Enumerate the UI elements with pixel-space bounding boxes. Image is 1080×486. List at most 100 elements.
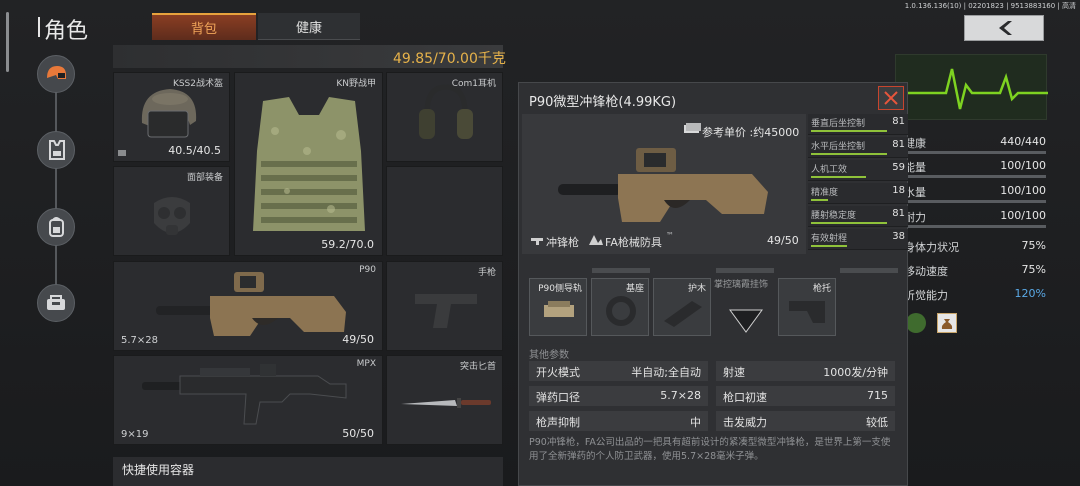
status-hearing-label: 听觉能力 xyxy=(904,289,948,302)
tab-backpack-label: 背包 xyxy=(190,22,217,37)
pistol-slot[interactable]: 手枪 xyxy=(386,261,503,351)
armor-durability: 59.2/70.0 xyxy=(321,238,374,251)
version-info: 1.0.136.136(10) | 02201823 | 9513883160 … xyxy=(904,2,1076,10)
face-slot[interactable]: 面部装备 xyxy=(113,166,230,256)
weight-value: 49.85/70.00千克 xyxy=(393,51,506,67)
status-body-label: 身体力状况 xyxy=(904,241,959,254)
item-description: P90冲锋枪，FA公司出品的一把具有超前设计的紧凑型微型冲锋枪，是世界上第一支使… xyxy=(529,437,891,462)
stat-label: 人机工效 xyxy=(811,165,848,175)
knife-slot[interactable]: 突击匕首 xyxy=(386,355,503,445)
part-rail[interactable]: P90侧导轨 xyxy=(529,278,587,336)
status-speed-label: 移动速度 xyxy=(904,265,948,278)
money-bag-icon[interactable] xyxy=(937,313,957,333)
part-handguard[interactable]: 护木 xyxy=(653,278,711,336)
buff-icon[interactable] xyxy=(906,313,926,333)
stat-label: 有效射程 xyxy=(811,234,848,244)
headset-image xyxy=(419,84,473,139)
stat-health-bar xyxy=(904,151,1046,154)
repair-icon xyxy=(118,150,126,156)
stat-bar xyxy=(811,153,888,155)
stat-water-bar xyxy=(904,200,1046,203)
page-title: 角色 xyxy=(44,19,89,44)
param-label: 弹药口径 xyxy=(536,391,580,404)
money-bag-glyph xyxy=(941,319,953,329)
tab-backpack[interactable]: 背包 xyxy=(152,13,256,40)
param-fire-rate: 射速 1000发/分钟 xyxy=(716,361,895,381)
stat-label: 垂直后坐控制 xyxy=(811,119,866,129)
part-stock[interactable]: 枪托 xyxy=(778,278,836,336)
part-label: 掌控璃霞挂饰 xyxy=(714,280,769,290)
secondary-ammo: 50/50 xyxy=(342,427,374,440)
stat-health: 健康 440/440 xyxy=(904,133,1046,155)
param-label: 击发威力 xyxy=(723,416,767,429)
param-firepower: 击发威力 较低 xyxy=(716,411,895,431)
item-category: 冲锋枪 xyxy=(546,236,579,249)
item-maker: FA枪械防具 xyxy=(605,236,662,249)
stat-stamina-bar xyxy=(904,225,1046,228)
param-value: 1000发/分钟 xyxy=(823,366,888,379)
param-value: 半自动;全自动 xyxy=(631,366,701,379)
status-speed-value: 75% xyxy=(1021,263,1046,276)
stat-value: 59 xyxy=(892,162,905,173)
param-caliber: 弹药口径 5.7×28 xyxy=(529,386,708,406)
pistol-name: 手枪 xyxy=(477,268,496,278)
stat-stamina: 耐力 100/100 xyxy=(904,207,1046,229)
knife-image xyxy=(401,398,491,408)
stat-water-value: 100/100 xyxy=(1000,184,1046,197)
stat-bar xyxy=(811,176,867,178)
rail-backpack-button[interactable] xyxy=(37,208,75,246)
gasmask-icon xyxy=(154,197,190,235)
backpack-icon xyxy=(49,217,64,237)
stat-value: 81 xyxy=(892,139,905,150)
vest-image xyxy=(253,97,365,231)
stat-bar xyxy=(811,222,888,224)
item-price: 参考单价 :约45000 xyxy=(702,126,800,139)
helmet-slot[interactable]: KSS2战术盔 40.5/40.5 xyxy=(113,72,230,162)
status-body-value: 75% xyxy=(1021,239,1046,252)
handguard-part-icon xyxy=(664,301,702,327)
stat-value: 81 xyxy=(892,208,905,219)
stat-ergonomics: 人机工效 59 xyxy=(808,160,908,181)
stat-label: 精准度 xyxy=(811,188,839,198)
param-label: 枪口初速 xyxy=(723,391,767,404)
stat-energy-value: 100/100 xyxy=(1000,159,1046,172)
rail-helmet-button[interactable] xyxy=(37,55,75,93)
part-label: 基座 xyxy=(625,284,644,294)
back-arrow-icon xyxy=(999,21,1012,35)
armor-name: KN野战甲 xyxy=(336,79,376,89)
tab-health[interactable]: 健康 xyxy=(258,13,360,40)
param-value: 中 xyxy=(690,416,701,429)
stat-energy-bar xyxy=(904,175,1046,178)
secondary-weapon-slot[interactable]: MPX 9×19 50/50 xyxy=(113,355,383,445)
armor-slot[interactable]: KN野战甲 59.2/70.0 xyxy=(234,72,383,256)
part-label: 枪托 xyxy=(812,284,831,294)
part-label: 护木 xyxy=(687,284,706,294)
item-ammo: 49/50 xyxy=(767,234,799,247)
knife-name: 突击匕首 xyxy=(459,362,496,372)
divider xyxy=(529,343,901,344)
title-marker xyxy=(38,17,40,37)
item-title: P90微型冲锋枪(4.99KG) xyxy=(529,95,677,110)
param-label: 射速 xyxy=(723,366,745,379)
back-button[interactable] xyxy=(964,15,1044,41)
pistol-icon xyxy=(415,294,477,328)
headset-slot[interactable]: Com1耳机 xyxy=(386,72,503,162)
rail-part-icon xyxy=(544,301,574,317)
empty-slot[interactable] xyxy=(386,166,503,256)
primary-caliber: 5.7×28 xyxy=(121,335,159,346)
money-icon xyxy=(684,123,701,133)
part-charm[interactable]: 掌控璃霞挂饰 xyxy=(714,278,774,336)
rail-vest-button[interactable] xyxy=(37,131,75,169)
p90-detail-image xyxy=(558,148,768,222)
face-name: 面部装备 xyxy=(186,173,223,183)
close-button[interactable] xyxy=(878,86,904,110)
container-icon xyxy=(47,295,65,310)
stat-value: 18 xyxy=(892,185,905,196)
stat-value: 38 xyxy=(892,231,905,242)
part-mount[interactable]: 基座 xyxy=(591,278,649,336)
primary-weapon-slot[interactable]: P90 5.7×28 49/50 xyxy=(113,261,383,351)
slot-indicator xyxy=(716,268,774,273)
param-muzzle-velocity: 枪口初速 715 xyxy=(716,386,895,406)
param-label: 开火模式 xyxy=(536,366,580,379)
rail-container-button[interactable] xyxy=(37,284,75,322)
